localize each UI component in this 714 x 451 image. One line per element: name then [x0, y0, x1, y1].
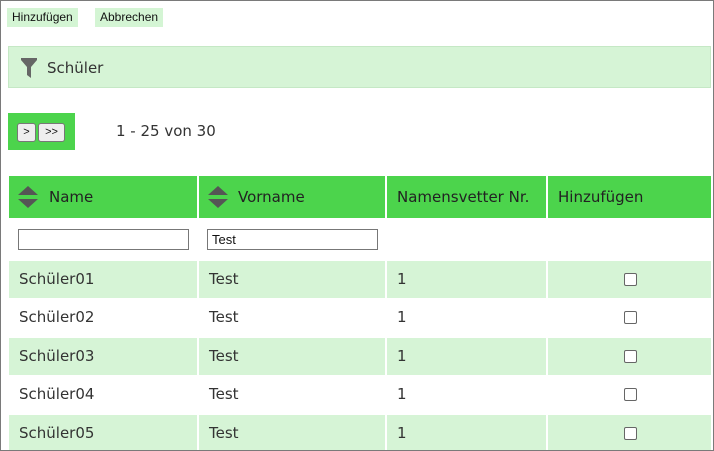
cell-nr: 1: [387, 261, 546, 298]
vorname-filter-input[interactable]: [207, 229, 378, 250]
pager-info: 1 - 25 von 30: [116, 122, 216, 140]
cell-nr: 1: [387, 299, 546, 336]
cancel-button[interactable]: Abbrechen: [95, 8, 164, 27]
column-header-label: Name: [49, 188, 94, 206]
funnel-icon: [21, 58, 37, 78]
column-header-label: Namensvetter Nr.: [397, 188, 530, 206]
column-header-label: Hinzufügen: [558, 188, 644, 206]
cell-add: [548, 376, 711, 413]
cell-vorname: Test: [199, 376, 385, 413]
column-header-nr: Namensvetter Nr.: [387, 176, 546, 218]
cell-add: [548, 415, 711, 450]
cell-vorname: Test: [199, 338, 385, 375]
name-filter-input[interactable]: [18, 229, 189, 250]
cell-vorname: Test: [199, 261, 385, 298]
cell-vorname: Test: [199, 415, 385, 450]
column-header-vorname[interactable]: Vorname: [199, 176, 385, 218]
cell-name: Schüler01: [9, 261, 197, 298]
column-header-name[interactable]: Name: [9, 176, 197, 218]
sort-icon: [18, 186, 38, 208]
add-checkbox[interactable]: [624, 388, 637, 401]
add-checkbox[interactable]: [624, 311, 637, 324]
add-button[interactable]: Hinzufügen: [7, 8, 78, 27]
cell-add: [548, 338, 711, 375]
add-checkbox[interactable]: [624, 350, 637, 363]
last-page-button[interactable]: >>: [38, 123, 65, 142]
add-checkbox[interactable]: [624, 427, 637, 440]
cell-nr: 1: [387, 338, 546, 375]
cell-name: Schüler05: [9, 415, 197, 450]
cell-vorname: Test: [199, 299, 385, 336]
column-header-add: Hinzufügen: [548, 176, 711, 218]
app-frame: Hinzufügen Abbrechen Schüler > >> 1 - 25…: [0, 0, 714, 451]
sort-icon: [208, 186, 228, 208]
pager: > >>: [8, 113, 75, 150]
cell-add: [548, 261, 711, 298]
cell-name: Schüler03: [9, 338, 197, 375]
cell-add: [548, 299, 711, 336]
cell-name: Schüler04: [9, 376, 197, 413]
filter-panel[interactable]: Schüler: [8, 46, 711, 88]
cell-nr: 1: [387, 376, 546, 413]
add-checkbox[interactable]: [624, 273, 637, 286]
cell-nr: 1: [387, 415, 546, 450]
next-page-button[interactable]: >: [17, 123, 36, 142]
cell-name: Schüler02: [9, 299, 197, 336]
column-header-label: Vorname: [238, 188, 305, 206]
filter-panel-title: Schüler: [47, 59, 104, 77]
